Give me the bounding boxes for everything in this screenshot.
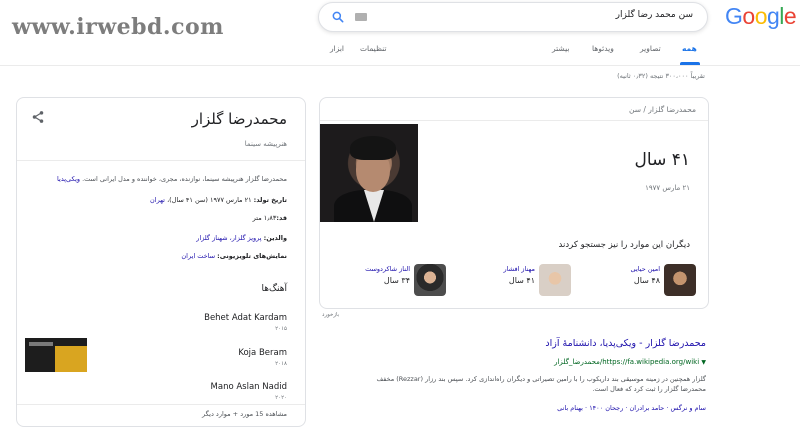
person-age: ۴۱ سال (508, 276, 535, 285)
card-breadcrumb[interactable]: محمدرضا گلزار / سن (629, 105, 696, 114)
song-year: ۲۰۲۰ (275, 395, 287, 401)
related-person[interactable]: الناز شاکردوست ۳۴ سال (346, 264, 446, 300)
person-thumbnail (414, 264, 446, 296)
header-divider (0, 65, 800, 66)
person-photo[interactable] (320, 124, 418, 222)
songs-heading: آهنگ‌ها (261, 284, 287, 294)
search-tabs: همه تصاویر ویدئوها بیشتر تنظیمات ابزار (330, 40, 702, 64)
site-watermark: www.irwebd.com (12, 14, 224, 40)
logo-letter: o (754, 3, 768, 29)
wikipedia-link[interactable]: ویکی‌پدیا (57, 175, 80, 183)
tab-videos[interactable]: ویدئوها (592, 44, 614, 53)
person-name: امین حیایی (630, 265, 660, 273)
person-age: ۳۴ سال (383, 276, 410, 285)
result-snippet: گلزار همچنین در زمینه موسیقی بند داریکوب… (376, 375, 706, 394)
fact-label: قد: (276, 214, 287, 222)
fact-birth: تاریخ تولد: ۲۱ مارس ۱۹۷۷ (سن ۴۱ سال)، ته… (150, 196, 287, 204)
card-divider (320, 120, 708, 121)
fact-link[interactable]: تهران (150, 196, 165, 204)
result-sitelinks[interactable]: سام و نرگس · حامد برادران · رجحان ۱۴۰۰ ·… (557, 404, 706, 412)
kp-subtitle: هنرپیشه سینما (244, 140, 287, 148)
tab-all[interactable]: همه (682, 44, 697, 53)
related-person[interactable]: امین حیایی ۴۸ سال (596, 264, 696, 300)
kp-title: محمدرضا گلزار (191, 110, 287, 128)
person-thumbnail (539, 264, 571, 296)
chevron-down-icon[interactable]: ▼ (701, 359, 706, 366)
kp-more-link[interactable]: مشاهده 15 مورد + موارد دیگر (202, 410, 287, 418)
song-title: Behet Adat Kardam (204, 313, 287, 323)
google-logo[interactable]: Google (725, 3, 797, 30)
age-value: ۴۱ سال (634, 150, 690, 170)
share-icon[interactable] (31, 110, 45, 124)
fact-label: نمایش‌های تلویزیونی: (217, 252, 287, 260)
song-year: ۲۰۱۵ (275, 326, 287, 332)
song-title: Koja Beram (238, 348, 287, 358)
song-item[interactable]: Koja Beram ۲۰۱۸ (17, 338, 305, 378)
fact-height: قد:۱٫۸۳ متر (253, 214, 287, 222)
fact-tv-shows: نمایش‌های تلویزیونی: ساخت ایران (181, 252, 287, 260)
search-box[interactable]: سن محمد رضا گلزار (318, 2, 708, 32)
tab-tools[interactable]: ابزار (330, 44, 344, 53)
result-title-link[interactable]: محمدرضا گلزار - ویکی‌پدیا، دانشنامهٔ آزا… (545, 338, 706, 349)
kp-divider (17, 404, 305, 405)
song-title: Mano Aslan Nadid (210, 382, 287, 392)
tab-settings[interactable]: تنظیمات (360, 44, 386, 53)
thumb-bar (29, 342, 53, 346)
birth-date: ۲۱ مارس ۱۹۷۷ (645, 184, 690, 192)
logo-letter: o (742, 3, 755, 29)
fact-label: تاریخ تولد: (253, 196, 287, 204)
search-input[interactable]: سن محمد رضا گلزار (616, 10, 693, 20)
song-year: ۲۰۱۸ (275, 361, 287, 367)
song-item[interactable]: Mano Aslan Nadid ۲۰۲۰ (17, 382, 305, 412)
related-person[interactable]: مهناز افشار ۴۱ سال (471, 264, 571, 300)
kp-description-text: محمدرضا گلزار هنرپیشه سینما، نوازنده، مج… (82, 175, 287, 183)
person-name: مهناز افشار (503, 265, 535, 273)
fact-value: ۱٫۸۳ متر (252, 214, 277, 222)
person-thumbnail (664, 264, 696, 296)
tab-images[interactable]: تصاویر (640, 44, 661, 53)
thumb-stripe (55, 346, 87, 372)
song-thumbnail (25, 338, 87, 372)
also-search-title: دیگران این موارد را نیز جستجو کردند (558, 240, 690, 250)
kp-description: محمدرضا گلزار هنرپیشه سینما، نوازنده، مج… (25, 174, 287, 184)
related-people: امین حیایی ۴۸ سال مهناز افشار ۴۱ سال الن… (320, 264, 708, 304)
fact-parents: والدین: پرویز گلزار، شهناز گلزار (196, 234, 287, 242)
kp-divider (17, 160, 305, 161)
result-url-text: https://fa.wikipedia.org/wiki/محمدرضا_گل… (554, 358, 700, 366)
knowledge-panel: محمدرضا گلزار هنرپیشه سینما محمدرضا گلزا… (16, 97, 306, 427)
logo-letter: e (783, 3, 797, 29)
search-icon[interactable] (331, 10, 345, 24)
fact-label: والدین: (263, 234, 287, 242)
person-age: ۴۸ سال (633, 276, 660, 285)
tab-more[interactable]: بیشتر (552, 44, 569, 53)
logo-letter: g (766, 3, 780, 29)
result-url[interactable]: ▼ https://fa.wikipedia.org/wiki/محمدرضا_… (554, 358, 706, 366)
fact-link[interactable]: ساخت ایران (181, 252, 215, 260)
fact-value: ۲۱ مارس ۱۹۷۷ (سن ۴۱ سال)، (165, 196, 252, 204)
search-result: محمدرضا گلزار - ویکی‌پدیا، دانشنامهٔ آزا… (320, 338, 706, 428)
age-answer-card: محمدرضا گلزار / سن ۴۱ سال ۲۱ مارس ۱۹۷۷ د… (319, 97, 709, 309)
fact-link[interactable]: پرویز گلزار، شهناز گلزار (196, 234, 261, 242)
logo-letter: G (725, 3, 743, 29)
results-stats: تقریباً ۳۰۰،۰۰۰ نتیجه (۰٫۳۲ ثانیه) (617, 72, 705, 80)
feedback-link[interactable]: بازخورد (322, 312, 339, 318)
person-name: الناز شاکردوست (365, 265, 410, 273)
photo-hair (350, 136, 396, 160)
keyboard-icon[interactable] (355, 13, 367, 21)
